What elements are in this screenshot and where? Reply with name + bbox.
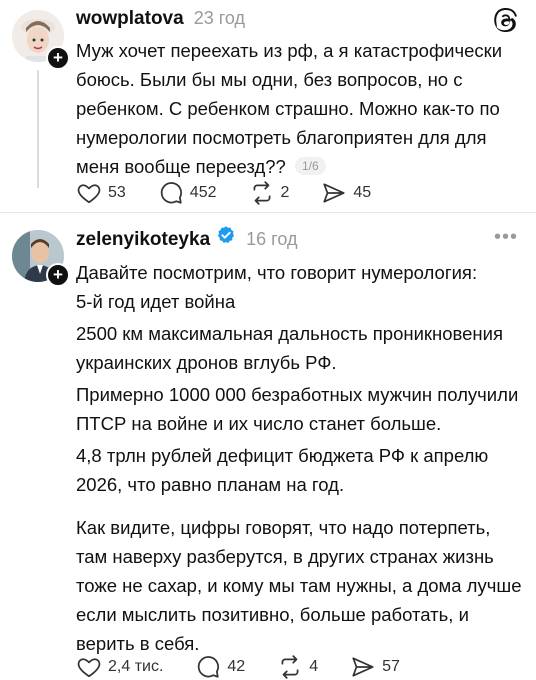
verified-badge-icon <box>218 226 235 243</box>
more-options-icon[interactable]: ••• <box>494 226 518 249</box>
repost-icon <box>281 655 299 679</box>
like-count: 2,4 тис. <box>108 658 164 675</box>
post-paragraph: 5-й год идет война <box>76 291 236 312</box>
username-text: zelenyikoteyka <box>76 229 211 250</box>
repost-button[interactable]: 4 <box>277 654 318 680</box>
share-button[interactable]: 57 <box>350 654 400 680</box>
follow-plus-icon[interactable]: + <box>46 263 70 287</box>
like-button[interactable]: 2,4 тис. <box>76 654 163 680</box>
post-header: zelenyikoteyka 16 год <box>76 225 297 251</box>
post-zelenyikoteyka: + zelenyikoteyka 16 год ••• Давайте посм… <box>0 0 536 680</box>
reply-button[interactable]: 42 <box>195 654 245 680</box>
comment-icon <box>198 656 220 678</box>
repost-count: 4 <box>309 658 319 675</box>
reply-count: 42 <box>227 658 246 675</box>
username[interactable]: zelenyikoteyka <box>76 229 210 251</box>
post-paragraph: 4,8 трлн рублей дефицит бюджета РФ к апр… <box>76 445 489 495</box>
post-paragraph: Примерно 1000 000 безработных мужчин пол… <box>76 384 519 434</box>
share-icon <box>352 657 374 677</box>
post-paragraph: Давайте посмотрим, что говорит нумеролог… <box>76 262 478 283</box>
post-text: Давайте посмотрим, что говорит нумеролог… <box>76 258 524 658</box>
post-paragraph: 2500 км максимальная дальность проникнов… <box>76 323 503 373</box>
heart-icon <box>77 658 101 678</box>
post-actions: 2,4 тис. 42 4 57 <box>76 654 432 680</box>
timestamp: 16 год <box>246 229 298 249</box>
share-count: 57 <box>382 658 400 675</box>
post-paragraph: Как видите, цифры говорят, что надо поте… <box>76 517 522 654</box>
